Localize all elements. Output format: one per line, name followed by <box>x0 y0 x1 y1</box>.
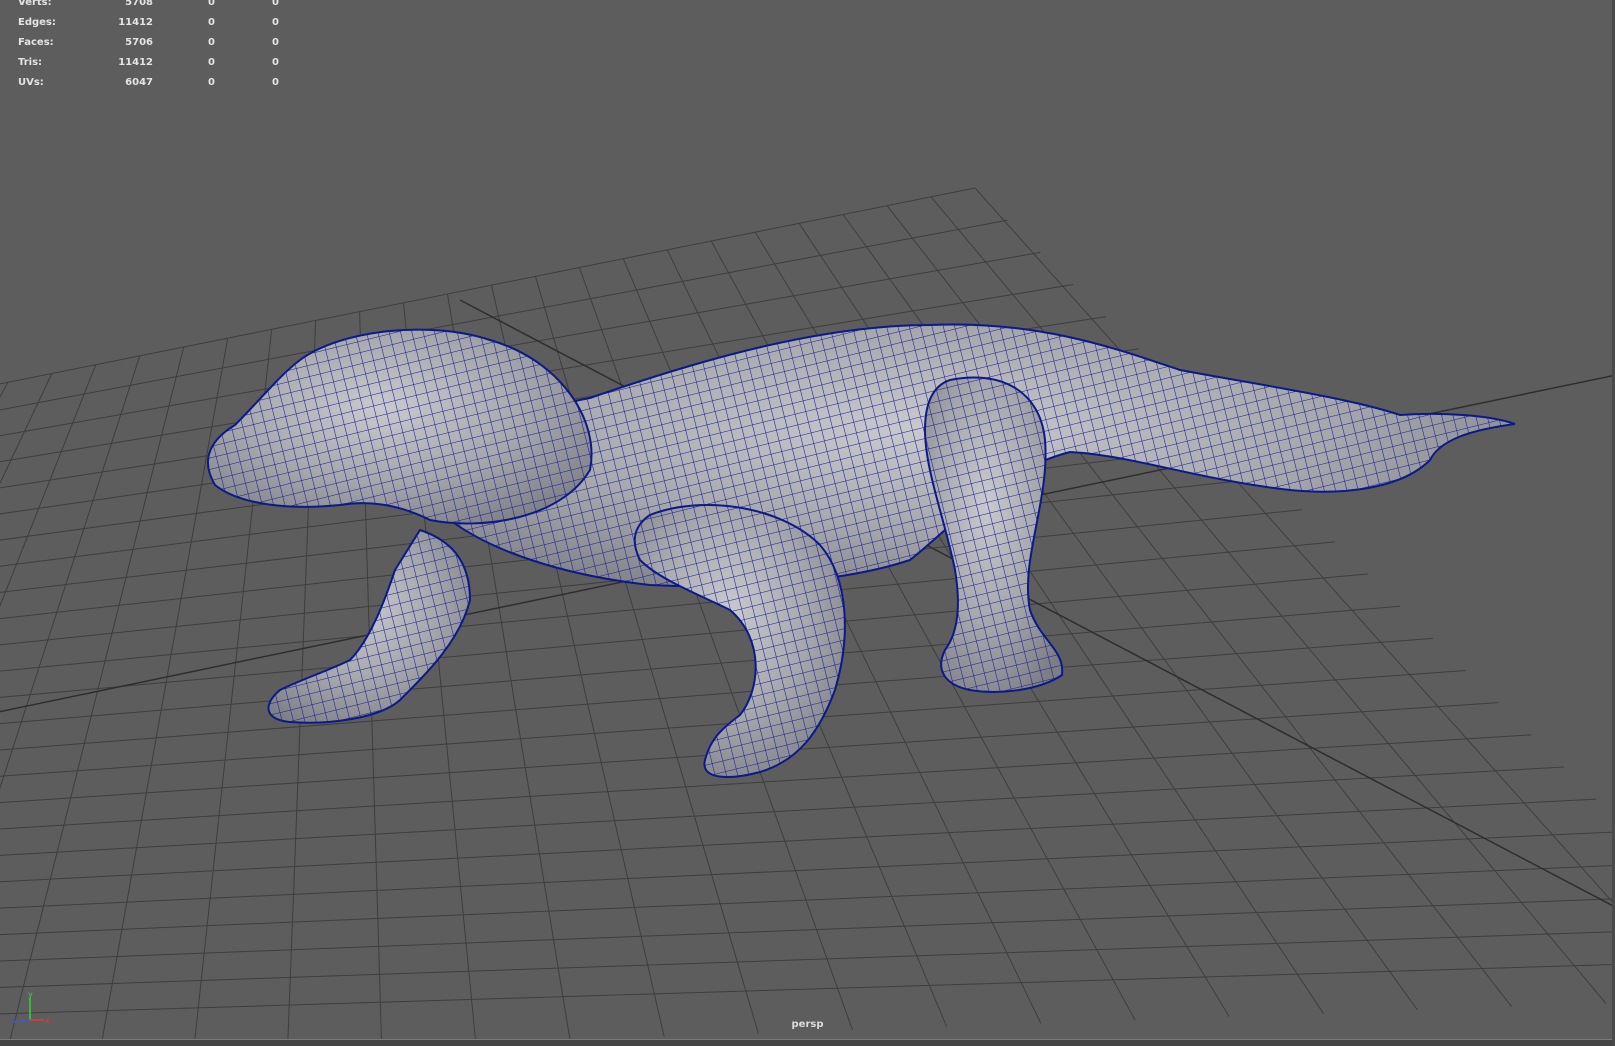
hud-value-extra: 0 <box>272 17 279 28</box>
hud-row: Verts: 5708 0 0 <box>18 0 279 13</box>
grid-line <box>0 355 141 790</box>
grid-line <box>0 766 1564 856</box>
poly-count-hud: Verts: 5708 0 0 Edges: 11412 0 0 Faces: 5706 0 0 Tri… <box>18 0 279 93</box>
hud-value-total: 5708 <box>125 0 153 8</box>
hud-value-total: 11412 <box>118 17 153 28</box>
grid-line <box>0 898 1615 962</box>
hud-value-extra: 0 <box>272 77 279 88</box>
hud-row: Faces: 5706 0 0 <box>18 33 279 53</box>
grid-line <box>0 931 1615 988</box>
hud-label: Edges: <box>18 17 56 28</box>
hud-label: UVs: <box>18 77 44 88</box>
hud-row: UVs: 6047 0 0 <box>18 73 279 93</box>
hud-value-extra: 0 <box>272 57 279 68</box>
hud-value-extra: 0 <box>272 37 279 48</box>
hud-value-total: 5706 <box>125 37 153 48</box>
grid-line <box>0 382 9 398</box>
camera-name-label: persp <box>791 1019 824 1030</box>
grid-line <box>0 963 1615 1015</box>
hud-value-selected: 0 <box>208 77 215 88</box>
grid-line <box>0 364 97 608</box>
scene-canvas[interactable] <box>0 0 1615 1046</box>
hud-label: Tris: <box>18 57 43 68</box>
hud-value-selected: 0 <box>208 57 215 68</box>
grid-line <box>7 346 185 1046</box>
y-axis-label: y <box>28 990 33 999</box>
hud-label: Faces: <box>18 37 54 48</box>
grid-line <box>974 187 1615 906</box>
viewport-persp[interactable]: Verts: 5708 0 0 Edges: 11412 0 0 Faces: 5706 0 0 Tri… <box>0 0 1615 1046</box>
grid-line <box>0 605 1401 725</box>
hud-value-extra: 0 <box>272 0 279 8</box>
hud-value-total: 6047 <box>125 77 153 88</box>
hud-value-selected: 0 <box>208 17 215 28</box>
hud-value-selected: 0 <box>208 37 215 48</box>
grid-line <box>100 338 229 1046</box>
lizard-mesh <box>206 323 1516 778</box>
viewport-bottom-border <box>0 1039 1615 1046</box>
grid-line <box>0 573 1368 698</box>
hud-value-total: 11412 <box>118 57 153 68</box>
hud-value-selected: 0 <box>208 0 215 8</box>
hud-row: Edges: 11412 0 0 <box>18 13 279 33</box>
hud-row: Tris: 11412 0 0 <box>18 53 279 73</box>
hud-label: Verts: <box>18 0 52 8</box>
